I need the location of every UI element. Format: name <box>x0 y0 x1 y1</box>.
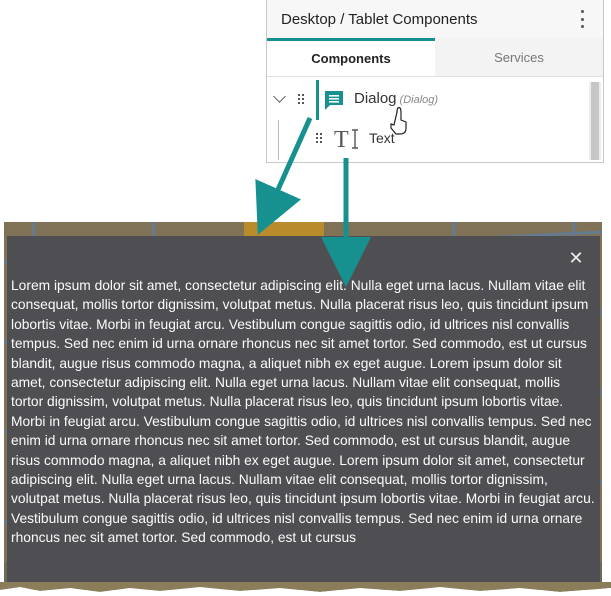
tree-item-text[interactable]: T Text <box>267 120 588 158</box>
drag-handle-icon[interactable] <box>316 133 322 145</box>
more-options-icon[interactable] <box>581 10 585 28</box>
dialog-type: (Dialog) <box>399 94 439 106</box>
tree-item-dialog[interactable]: Dialog (Dialog) <box>267 80 588 120</box>
drag-handle-icon[interactable] <box>298 94 304 106</box>
map-background: ✕ Lorem ipsum dolor sit amet, consectetu… <box>4 222 602 590</box>
dialog: ✕ Lorem ipsum dolor sit amet, consectetu… <box>7 236 600 584</box>
tab-components[interactable]: Components <box>267 38 435 76</box>
text-icon: T <box>334 127 358 153</box>
scrollbar[interactable] <box>589 82 601 160</box>
dialog-body-text: Lorem ipsum dolor sit amet, consectetur … <box>11 278 595 546</box>
components-panel: Desktop / Tablet Components Components S… <box>266 0 604 163</box>
panel-title: Desktop / Tablet Components <box>281 10 478 28</box>
chevron-down-icon[interactable] <box>273 90 286 103</box>
panel-tabs: Components Services <box>267 38 603 77</box>
torn-edge <box>0 582 611 596</box>
dialog-icon <box>325 91 343 110</box>
tree-item-label: Dialog (Dialog) <box>354 90 438 107</box>
selection-indicator <box>316 80 319 120</box>
tab-services[interactable]: Services <box>435 38 603 76</box>
close-icon[interactable]: ✕ <box>566 248 586 268</box>
panel-header: Desktop / Tablet Components <box>267 0 603 38</box>
scroll-thumb[interactable] <box>591 82 599 160</box>
dialog-name: Dialog <box>354 90 397 107</box>
svg-text:T: T <box>334 127 349 153</box>
tree-item-label: Text <box>369 130 395 146</box>
